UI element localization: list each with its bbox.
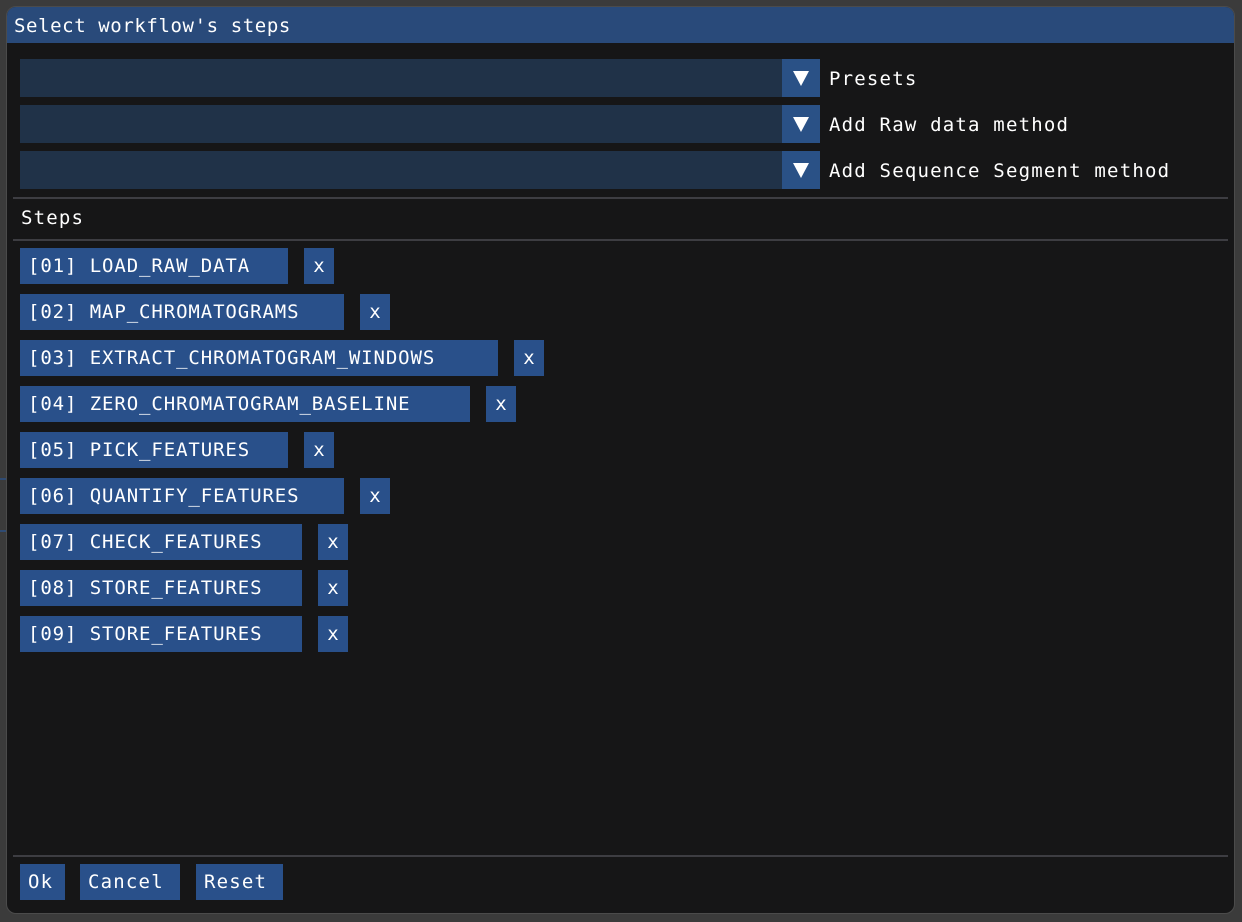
dialog-titlebar[interactable]: Select workflow's steps [7, 7, 1234, 43]
step-button[interactable]: [06] QUANTIFY_FEATURES [20, 478, 344, 514]
separator [13, 239, 1228, 241]
dialog-title: Select workflow's steps [14, 15, 291, 37]
step-button[interactable]: [08] STORE_FEATURES [20, 570, 302, 606]
remove-step-button[interactable]: x [304, 432, 334, 468]
steps-header: Steps [21, 207, 85, 229]
cancel-button[interactable]: Cancel [80, 864, 180, 900]
remove-step-button[interactable]: x [486, 386, 516, 422]
step-button[interactable]: [03] EXTRACT_CHROMATOGRAM_WINDOWS [20, 340, 498, 376]
add-raw-data-method-label: Add Raw data method [829, 114, 1070, 136]
step-button[interactable]: [07] CHECK_FEATURES [20, 524, 302, 560]
remove-step-button[interactable]: x [360, 478, 390, 514]
remove-step-button[interactable]: x [304, 248, 334, 284]
step-button[interactable]: [05] PICK_FEATURES [20, 432, 288, 468]
chevron-down-icon[interactable] [782, 151, 820, 189]
remove-step-button[interactable]: x [318, 524, 348, 560]
chevron-down-icon[interactable] [782, 105, 820, 143]
remove-step-button[interactable]: x [318, 616, 348, 652]
add-sequence-segment-method-combo[interactable]: Add Sequence Segment method [20, 151, 1230, 189]
ok-button[interactable]: Ok [20, 864, 65, 900]
remove-step-button[interactable]: x [514, 340, 544, 376]
separator [13, 197, 1228, 199]
add-sequence-segment-method-label: Add Sequence Segment method [829, 160, 1171, 182]
reset-button[interactable]: Reset [196, 864, 283, 900]
step-button[interactable]: [02] MAP_CHROMATOGRAMS [20, 294, 344, 330]
remove-step-button[interactable]: x [318, 570, 348, 606]
add-sequence-segment-method-field[interactable] [20, 151, 782, 189]
remove-step-button[interactable]: x [360, 294, 390, 330]
add-raw-data-method-combo[interactable]: Add Raw data method [20, 105, 1230, 143]
presets-combo-label: Presets [829, 68, 918, 90]
step-button[interactable]: [01] LOAD_RAW_DATA [20, 248, 288, 284]
step-button[interactable]: [09] STORE_FEATURES [20, 616, 302, 652]
chevron-down-icon[interactable] [782, 59, 820, 97]
presets-combo[interactable]: Presets [20, 59, 1230, 97]
separator [13, 855, 1228, 857]
add-raw-data-method-field[interactable] [20, 105, 782, 143]
workflow-steps-dialog: Select workflow's steps Presets Add Raw … [6, 6, 1235, 914]
presets-combo-field[interactable] [20, 59, 782, 97]
step-button[interactable]: [04] ZERO_CHROMATOGRAM_BASELINE [20, 386, 470, 422]
